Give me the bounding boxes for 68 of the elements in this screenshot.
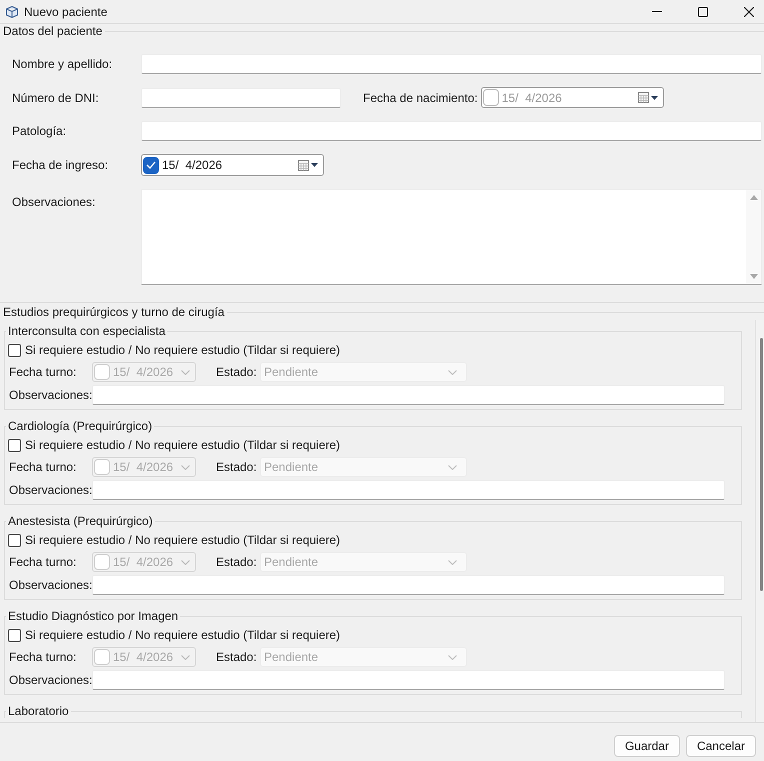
field-label: Observaciones:: [9, 578, 92, 592]
scroll-down-icon[interactable]: [750, 274, 758, 279]
section-title: Datos del paciente: [2, 24, 102, 38]
field-label: Fecha de ingreso:: [12, 158, 108, 172]
field-label: Estado:: [216, 650, 257, 664]
field-label: Fecha turno:: [9, 650, 76, 664]
field-label: Fecha turno:: [9, 460, 76, 474]
checkbox[interactable]: [143, 156, 159, 174]
pathology-field[interactable]: [141, 121, 762, 141]
chevron-down-icon: [181, 464, 190, 470]
notes-field[interactable]: [92, 385, 725, 405]
field-label: Estado:: [216, 460, 257, 474]
checkbox-label: Si requiere estudio / No requiere estudio (Tildar si requiere): [25, 533, 340, 547]
cube-icon: [6, 6, 18, 18]
window-title: Nuevo paciente: [24, 4, 108, 18]
chevron-down-icon: [448, 560, 457, 564]
checkbox[interactable]: [482, 89, 499, 106]
close-icon[interactable]: [744, 6, 754, 16]
field-label: Patología:: [12, 124, 66, 138]
caret-icon: [650, 96, 658, 100]
name-field[interactable]: [141, 54, 762, 74]
notes-field[interactable]: [92, 480, 725, 500]
group-title: Anestesista (Prequirúrgico): [7, 514, 154, 528]
maximize-icon[interactable]: [698, 6, 708, 16]
field-label: Fecha turno:: [9, 365, 76, 379]
checkbox[interactable]: [8, 344, 21, 356]
group-title: Estudio Diagnóstico por Imagen: [7, 609, 180, 623]
dni-field[interactable]: [141, 88, 341, 108]
field-label: Nombre y apellido:: [12, 57, 112, 71]
save-button[interactable]: Guardar: [614, 735, 680, 757]
notes-field[interactable]: [92, 670, 725, 690]
checkbox-label: Si requiere estudio / No requiere estudio (Tildar si requiere): [25, 628, 340, 642]
checkbox-label: Si requiere estudio / No requiere estudio (Tildar si requiere): [25, 343, 340, 357]
field-label: Número de DNI:: [12, 90, 99, 104]
caret-icon: [311, 163, 318, 167]
field-label: Estado:: [216, 365, 257, 379]
field-label: Observaciones:: [9, 483, 92, 497]
group-title: Cardiología (Prequirúrgico): [7, 419, 154, 433]
field-label: Fecha de nacimiento:: [363, 90, 478, 104]
notes-field[interactable]: [92, 575, 725, 595]
group-title: Interconsulta con especialista: [7, 324, 166, 338]
scroll-up-icon[interactable]: [750, 195, 758, 200]
group-title: Laboratorio: [7, 704, 70, 718]
notes-area[interactable]: [141, 189, 762, 285]
calendar-icon: [298, 160, 309, 170]
field-label: Fecha turno:: [9, 555, 76, 569]
checkbox[interactable]: [8, 628, 21, 642]
scrollbar[interactable]: [755, 320, 764, 722]
field-label: Observaciones:: [9, 673, 92, 687]
field-label: Observaciones:: [12, 195, 96, 209]
checkmark-icon: [146, 161, 156, 169]
field-label: Observaciones:: [9, 388, 92, 402]
section-title: Estudios prequirúrgicos y turno de cirugía: [2, 305, 224, 319]
checkbox-label: Si requiere estudio / No requiere estudio (Tildar si requiere): [25, 438, 340, 452]
calendar-icon: [638, 92, 649, 103]
chevron-down-icon: [181, 370, 190, 374]
checkbox[interactable]: [8, 534, 21, 546]
date-picker[interactable]: 15/ 4/2026: [141, 154, 324, 176]
scrollbar-thumb[interactable]: [760, 338, 763, 591]
chevron-down-icon: [448, 370, 457, 374]
chevron-down-icon: [181, 560, 190, 564]
chevron-down-icon: [448, 464, 457, 470]
cancel-button[interactable]: Cancelar: [686, 735, 756, 757]
chevron-down-icon: [448, 654, 457, 660]
date-picker[interactable]: 15/ 4/2026: [480, 87, 664, 108]
field-label: Estado:: [216, 555, 257, 569]
checkbox[interactable]: [8, 438, 21, 452]
chevron-down-icon: [181, 654, 190, 660]
